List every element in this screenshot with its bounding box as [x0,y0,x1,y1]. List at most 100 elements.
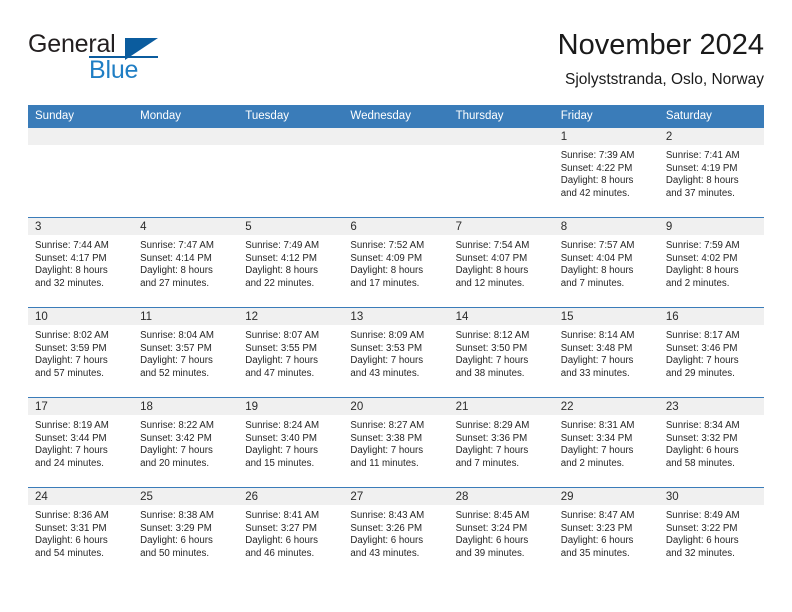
daylight-text-cont: and 32 minutes. [35,277,104,289]
day-number: 3 [28,218,134,235]
sunrise-text: Sunrise: 8:43 AM [350,510,425,521]
sunrise-text: Sunrise: 8:17 AM [665,330,740,341]
daylight-text-cont: and 12 minutes. [455,277,525,289]
calendar-day-cell[interactable]: 13 Sunrise: 8:09 AM Sunset: 3:53 PM Dayligh… [343,307,449,398]
sunset-text: Sunset: 3:50 PM [455,342,528,354]
daylight-text: Daylight: 6 hours [455,535,529,547]
day-number: 27 [343,488,449,505]
sunset-text: Sunset: 3:34 PM [560,432,633,444]
sunset-text: Sunset: 4:17 PM [35,252,107,264]
daylight-text-cont: and 2 minutes. [560,457,625,469]
daylight-text-cont: and 17 minutes. [350,277,420,289]
calendar-day-cell[interactable]: 1 Sunrise: 7:39 AM Sunset: 4:22 PM Daylight… [553,127,659,218]
day-number: 11 [133,308,239,325]
daylight-text: Daylight: 7 hours [665,355,739,367]
calendar-day-cell[interactable]: 25 Sunrise: 8:38 AM Sunset: 3:29 PM Dayligh… [133,487,239,578]
calendar-day-cell[interactable]: 12 Sunrise: 8:07 AM Sunset: 3:55 PM Dayligh… [238,307,344,398]
calendar-day-cell[interactable]: 18 Sunrise: 8:22 AM Sunset: 3:42 PM Dayligh… [133,397,239,488]
day-details: Sunrise: 7:49 AM Sunset: 4:12 PM Daylight:… [238,235,343,290]
calendar-day-cell[interactable]: 15 Sunrise: 8:14 AM Sunset: 3:48 PM Dayligh… [553,307,659,398]
day-number: 17 [28,398,134,415]
logo-text-general: General [28,30,116,58]
calendar-day-cell[interactable]: 27 Sunrise: 8:43 AM Sunset: 3:26 PM Dayligh… [343,487,449,578]
daylight-text: Daylight: 8 hours [560,175,634,187]
calendar-day-cell-empty [28,127,134,218]
calendar-day-cell[interactable]: 19 Sunrise: 8:24 AM Sunset: 3:40 PM Dayligh… [238,397,344,488]
calendar-day-cell[interactable]: 9 Sunrise: 7:59 AM Sunset: 4:02 PM Daylight… [658,217,764,308]
sunset-text: Sunset: 3:46 PM [665,342,738,354]
sunset-text: Sunset: 3:36 PM [455,432,528,444]
page-subtitle: Sjolyststranda, Oslo, Norway [565,71,764,88]
calendar-day-cell[interactable]: 23 Sunrise: 8:34 AM Sunset: 3:32 PM Dayligh… [658,397,764,488]
sunset-text: Sunset: 3:53 PM [350,342,423,354]
sunset-text: Sunset: 4:04 PM [560,252,633,264]
sunrise-text: Sunrise: 7:52 AM [350,240,425,251]
day-details: Sunrise: 7:59 AM Sunset: 4:02 PM Daylight:… [659,235,764,290]
day-number [238,128,344,145]
calendar-day-cell[interactable]: 3 Sunrise: 7:44 AM Sunset: 4:17 PM Daylight… [28,217,134,308]
sunset-text: Sunset: 3:27 PM [245,522,317,534]
sunset-text: Sunset: 3:23 PM [560,522,633,534]
calendar-day-cell[interactable]: 20 Sunrise: 8:27 AM Sunset: 3:38 PM Dayligh… [343,397,449,488]
calendar-day-cell[interactable]: 5 Sunrise: 7:49 AM Sunset: 4:12 PM Daylight… [238,217,344,308]
daylight-text: Daylight: 7 hours [455,355,529,367]
day-number: 29 [553,488,659,505]
day-details: Sunrise: 8:49 AM Sunset: 3:22 PM Daylight:… [659,505,764,560]
sunset-text: Sunset: 4:12 PM [245,252,317,264]
calendar-day-cell[interactable]: 17 Sunrise: 8:19 AM Sunset: 3:44 PM Dayligh… [28,397,134,488]
daylight-text-cont: and 24 minutes. [35,457,104,469]
daylight-text: Daylight: 7 hours [350,355,424,367]
sunset-text: Sunset: 4:09 PM [350,252,423,264]
day-number: 6 [343,218,449,235]
sunset-text: Sunset: 4:14 PM [140,252,212,264]
day-number: 8 [553,218,659,235]
calendar-table: Sunday Monday Tuesday Wednesday Thursday… [28,105,764,578]
sunrise-text: Sunrise: 7:57 AM [560,240,635,251]
calendar-day-cell[interactable]: 8 Sunrise: 7:57 AM Sunset: 4:04 PM Daylight… [553,217,659,308]
sunrise-text: Sunrise: 8:41 AM [245,510,320,521]
calendar-day-cell[interactable]: 7 Sunrise: 7:54 AM Sunset: 4:07 PM Daylight… [448,217,554,308]
sunset-text: Sunset: 3:32 PM [665,432,738,444]
daylight-text: Daylight: 7 hours [245,355,318,367]
calendar-day-cell[interactable]: 10 Sunrise: 8:02 AM Sunset: 3:59 PM Dayligh… [28,307,134,398]
daylight-text-cont: and 29 minutes. [665,367,735,379]
weekday-header-friday: Friday [553,105,659,128]
calendar-day-cell[interactable]: 4 Sunrise: 7:47 AM Sunset: 4:14 PM Daylight… [133,217,239,308]
day-number: 7 [448,218,554,235]
weekday-header-wednesday: Wednesday [343,105,449,128]
daylight-text: Daylight: 6 hours [665,535,739,547]
weekday-header-thursday: Thursday [448,105,554,128]
calendar-day-cell[interactable]: 22 Sunrise: 8:31 AM Sunset: 3:34 PM Dayligh… [553,397,659,488]
sunset-text: Sunset: 3:38 PM [350,432,423,444]
calendar-week-row: 3 Sunrise: 7:44 AM Sunset: 4:17 PM Daylight… [28,217,764,308]
daylight-text-cont: and 57 minutes. [35,367,104,379]
day-number: 26 [238,488,344,505]
calendar-day-cell[interactable]: 28 Sunrise: 8:45 AM Sunset: 3:24 PM Dayligh… [448,487,554,578]
calendar-day-cell[interactable]: 14 Sunrise: 8:12 AM Sunset: 3:50 PM Dayligh… [448,307,554,398]
calendar-day-cell[interactable]: 6 Sunrise: 7:52 AM Sunset: 4:09 PM Daylight… [343,217,449,308]
calendar-day-cell[interactable]: 30 Sunrise: 8:49 AM Sunset: 3:22 PM Dayligh… [658,487,764,578]
daylight-text: Daylight: 8 hours [665,265,739,277]
calendar-day-cell[interactable]: 16 Sunrise: 8:17 AM Sunset: 3:46 PM Dayligh… [658,307,764,398]
daylight-text: Daylight: 6 hours [665,445,739,457]
calendar-day-cell[interactable]: 2 Sunrise: 7:41 AM Sunset: 4:19 PM Daylight… [658,127,764,218]
daylight-text-cont: and 39 minutes. [455,547,525,559]
calendar-day-cell[interactable]: 21 Sunrise: 8:29 AM Sunset: 3:36 PM Dayligh… [448,397,554,488]
day-details: Sunrise: 7:57 AM Sunset: 4:04 PM Daylight:… [554,235,659,290]
calendar-day-cell[interactable]: 24 Sunrise: 8:36 AM Sunset: 3:31 PM Dayligh… [28,487,134,578]
weekday-header-row: Sunday Monday Tuesday Wednesday Thursday… [28,105,764,128]
calendar-day-cell[interactable]: 26 Sunrise: 8:41 AM Sunset: 3:27 PM Dayligh… [238,487,344,578]
calendar-day-cell[interactable]: 11 Sunrise: 8:04 AM Sunset: 3:57 PM Dayligh… [133,307,239,398]
daylight-text-cont: and 46 minutes. [245,547,315,559]
calendar-day-cell[interactable]: 29 Sunrise: 8:47 AM Sunset: 3:23 PM Dayligh… [553,487,659,578]
calendar-week-row: 24 Sunrise: 8:36 AM Sunset: 3:31 PM Dayligh… [28,487,764,578]
day-details: Sunrise: 8:29 AM Sunset: 3:36 PM Daylight:… [449,415,554,470]
sunset-text: Sunset: 3:42 PM [140,432,212,444]
daylight-text-cont: and 58 minutes. [665,457,735,469]
daylight-text-cont: and 54 minutes. [35,547,104,559]
sunrise-text: Sunrise: 8:19 AM [35,420,109,431]
calendar-day-cell-empty [448,127,554,218]
sunset-text: Sunset: 3:24 PM [455,522,528,534]
day-details [449,145,554,150]
day-number: 14 [448,308,554,325]
